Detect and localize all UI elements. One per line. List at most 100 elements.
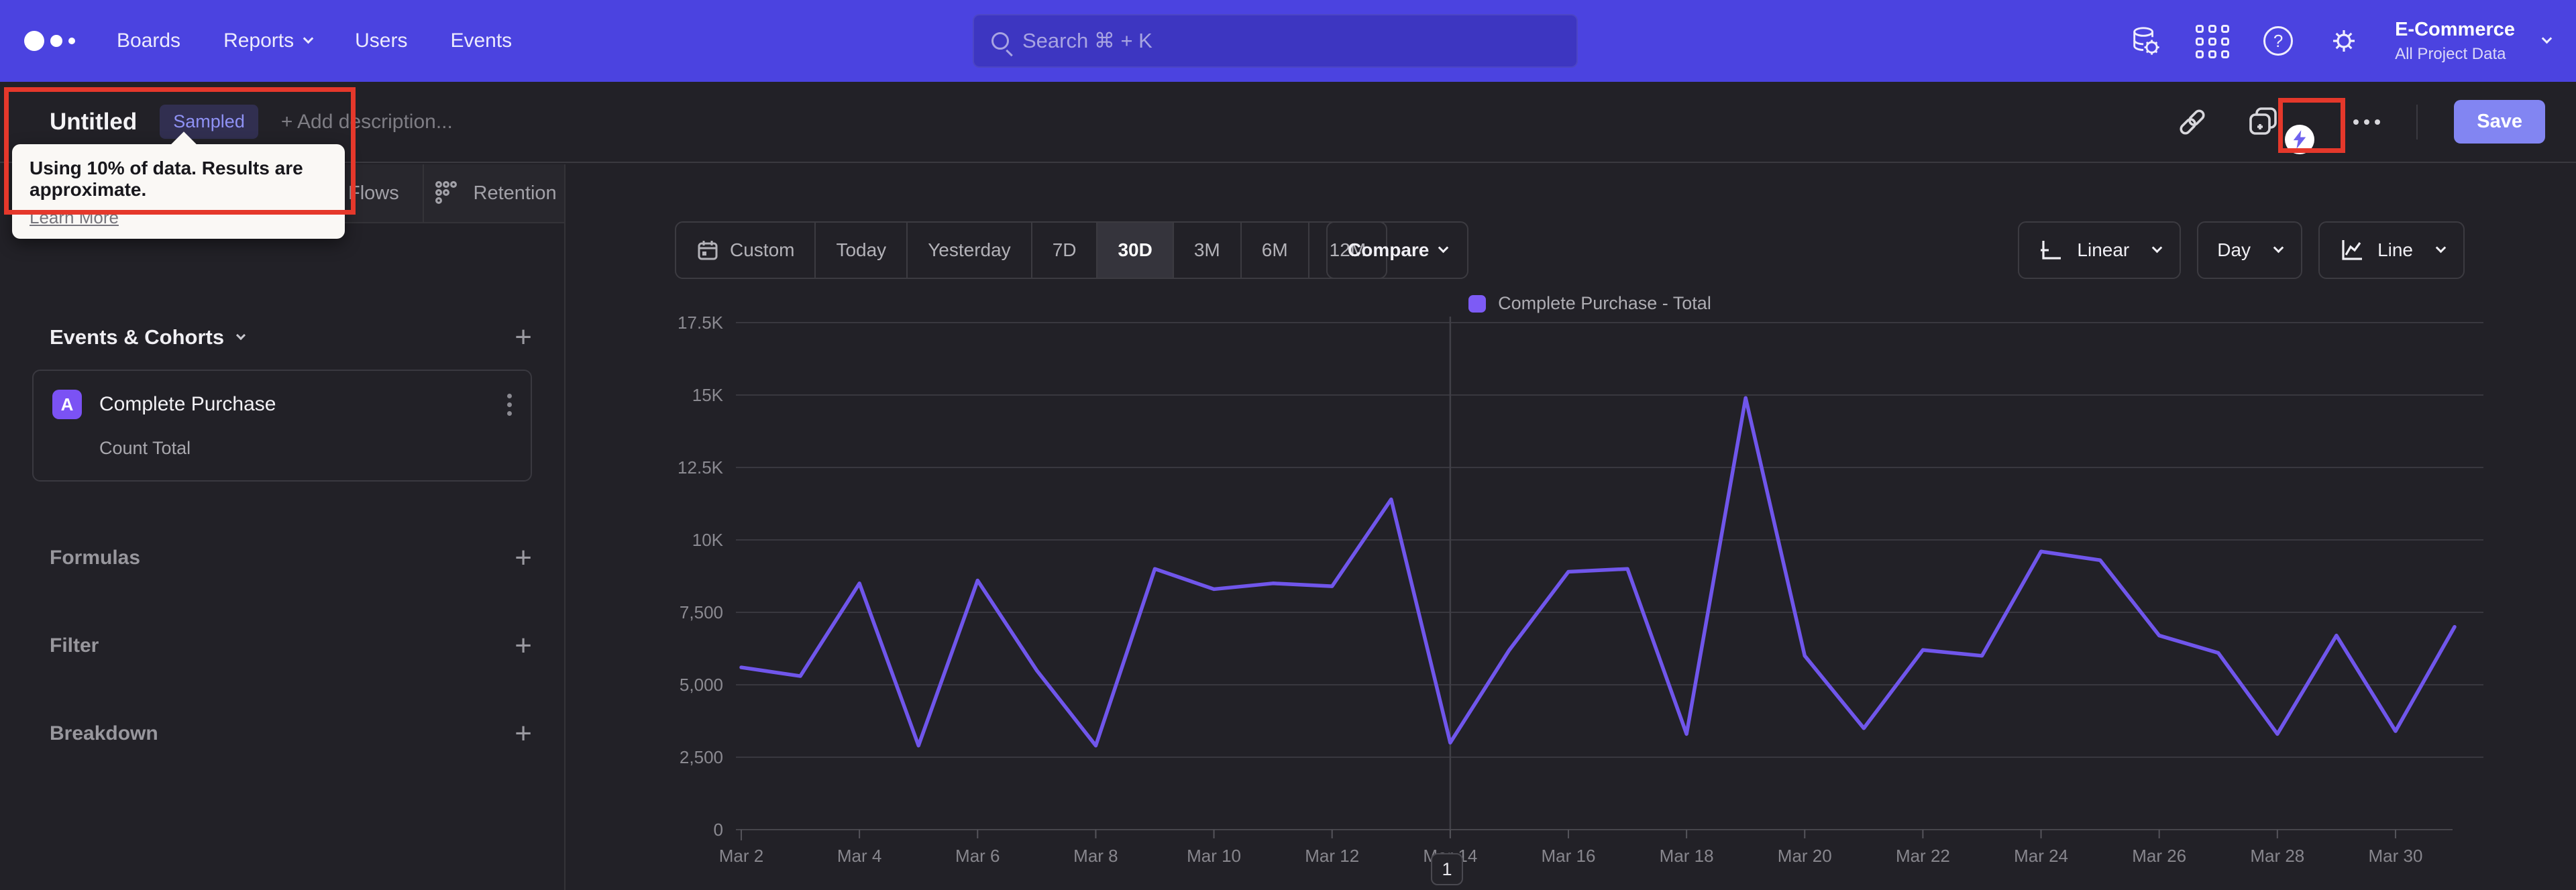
search-icon	[991, 32, 1009, 50]
nav-label: Users	[355, 30, 408, 52]
y-axis-label: 5,000	[680, 675, 723, 695]
x-axis-label: Mar 18	[1660, 846, 1714, 866]
series-line-Complete Purchase - Total	[739, 396, 2457, 748]
compare-label: Compare	[1348, 239, 1430, 260]
learn-more-link[interactable]: Learn More	[30, 207, 119, 228]
range-label: Custom	[730, 239, 795, 260]
scale-dropdown[interactable]: Linear	[2018, 221, 2182, 279]
nav-item-boards[interactable]: Boards	[117, 30, 180, 52]
sampling-tooltip: Using 10% of data. Results are approxima…	[12, 144, 345, 239]
chart-controls: Custom Today Yesterday 7D 30D 3M 6M 12M …	[566, 221, 2576, 279]
report-actions: Save	[2175, 97, 2545, 154]
range-label: 30D	[1118, 239, 1152, 260]
x-axis-label: Mar 16	[1542, 846, 1596, 866]
search-input[interactable]: Search ⌘ + K	[973, 14, 1578, 68]
x-axis-label: Mar 20	[1778, 846, 1832, 866]
linear-scale-icon	[2041, 241, 2061, 260]
project-selector[interactable]: E-Commerce All Project Data	[2395, 19, 2553, 64]
mixpanel-logo-icon[interactable]	[24, 31, 75, 51]
x-axis-label: Mar 10	[1187, 846, 1241, 866]
chevron-down-icon	[2151, 242, 2163, 253]
top-nav-right: ? E-Commerce All Project Data	[2129, 0, 2553, 82]
help-icon[interactable]: ?	[2263, 26, 2294, 56]
x-axis-label: Mar 6	[955, 846, 1000, 866]
nav-label: Reports	[223, 30, 294, 52]
copy-report-icon[interactable]	[2246, 105, 2281, 140]
x-axis-label: Mar 26	[2132, 846, 2186, 866]
y-axis-label: 17.5K	[678, 313, 724, 333]
interval-label: Day	[2217, 239, 2251, 260]
lightning-bolt-icon	[2294, 129, 2306, 149]
chevron-down-icon	[2273, 242, 2284, 253]
report-header: Untitled Sampled + Add description... Sa…	[0, 82, 2576, 163]
legend-label: Complete Purchase - Total	[1498, 293, 1711, 313]
calendar-icon	[698, 241, 718, 260]
x-axis-label: Mar 30	[2368, 846, 2422, 866]
nav-label: Boards	[117, 30, 181, 52]
page-number: 1	[1442, 858, 1452, 879]
main-nav: Boards Reports Users Events	[117, 30, 512, 52]
scale-label: Linear	[2077, 239, 2130, 260]
x-axis-label: Mar 8	[1073, 846, 1118, 866]
sampled-badge[interactable]: Sampled	[160, 105, 258, 139]
y-axis-label: 12.5K	[678, 457, 724, 478]
x-axis-label: Mar 22	[1896, 846, 1950, 866]
y-axis-label: 2,500	[680, 747, 723, 767]
chevron-down-icon	[1438, 242, 1449, 253]
y-axis-label: 0	[714, 820, 723, 840]
more-options-button[interactable]	[2353, 119, 2381, 125]
line-chart-icon	[2342, 240, 2363, 260]
chart-display-controls: Linear Day Line	[2018, 221, 2465, 279]
apps-grid-icon[interactable]	[2196, 25, 2230, 58]
search-placeholder: Search ⌘ + K	[1022, 29, 1152, 52]
divider	[2416, 104, 2418, 140]
range-yesterday[interactable]: Yesterday	[906, 223, 1031, 278]
chevron-down-icon	[303, 33, 314, 44]
range-7d[interactable]: 7D	[1030, 223, 1097, 278]
range-label: 7D	[1052, 239, 1077, 260]
chart-legend: Complete Purchase - Total	[698, 293, 2482, 314]
x-axis-label: Mar 2	[719, 846, 763, 866]
chart-type-label: Line	[2377, 239, 2413, 260]
compare-dropdown[interactable]: Compare	[1326, 221, 1469, 279]
range-today[interactable]: Today	[814, 223, 906, 278]
save-button[interactable]: Save	[2454, 100, 2545, 144]
project-name: E-Commerce	[2395, 18, 2515, 40]
range-label: 3M	[1193, 239, 1220, 260]
range-label: 6M	[1261, 239, 1288, 260]
top-nav: Boards Reports Users Events Search ⌘ + K…	[0, 0, 2576, 82]
chart-type-dropdown[interactable]: Line	[2318, 221, 2465, 279]
toggle-knob	[2285, 124, 2315, 154]
chevron-down-icon	[2435, 242, 2447, 253]
x-axis-label: Mar 28	[2250, 846, 2304, 866]
y-axis-label: 10K	[692, 530, 724, 550]
x-axis-label: Mar 4	[837, 846, 881, 866]
x-axis-label: Mar 24	[2014, 846, 2068, 866]
range-30d[interactable]: 30D	[1096, 223, 1173, 278]
date-range-control: Custom Today Yesterday 7D 30D 3M 6M 12M	[675, 221, 1388, 279]
nav-item-users[interactable]: Users	[355, 30, 407, 52]
legend-swatch	[1468, 294, 1487, 313]
range-6m[interactable]: 6M	[1240, 223, 1308, 278]
nav-item-events[interactable]: Events	[450, 30, 512, 52]
settings-gear-icon[interactable]	[2328, 25, 2360, 57]
project-scope: All Project Data	[2395, 44, 2506, 63]
data-management-icon[interactable]	[2129, 25, 2161, 57]
nav-label: Events	[450, 30, 513, 52]
project-text: E-Commerce All Project Data	[2395, 19, 2515, 64]
copy-link-icon[interactable]	[2175, 105, 2210, 140]
range-label: Today	[836, 239, 887, 260]
add-description-field[interactable]: + Add description...	[281, 111, 453, 133]
tooltip-text: Using 10% of data. Results are approxima…	[30, 158, 303, 200]
nav-item-reports[interactable]: Reports	[223, 30, 314, 52]
report-title[interactable]: Untitled	[50, 109, 137, 135]
pagination-page-1[interactable]: 1	[1431, 853, 1463, 885]
range-label: Yesterday	[928, 239, 1011, 260]
interval-dropdown[interactable]: Day	[2197, 221, 2303, 279]
y-axis-label: 7,500	[680, 602, 723, 622]
x-axis-label: Mar 12	[1305, 846, 1359, 866]
range-custom[interactable]: Custom	[676, 223, 814, 278]
range-3m[interactable]: 3M	[1172, 223, 1240, 278]
y-axis-label: 15K	[692, 385, 724, 405]
chevron-down-icon	[2541, 33, 2553, 44]
